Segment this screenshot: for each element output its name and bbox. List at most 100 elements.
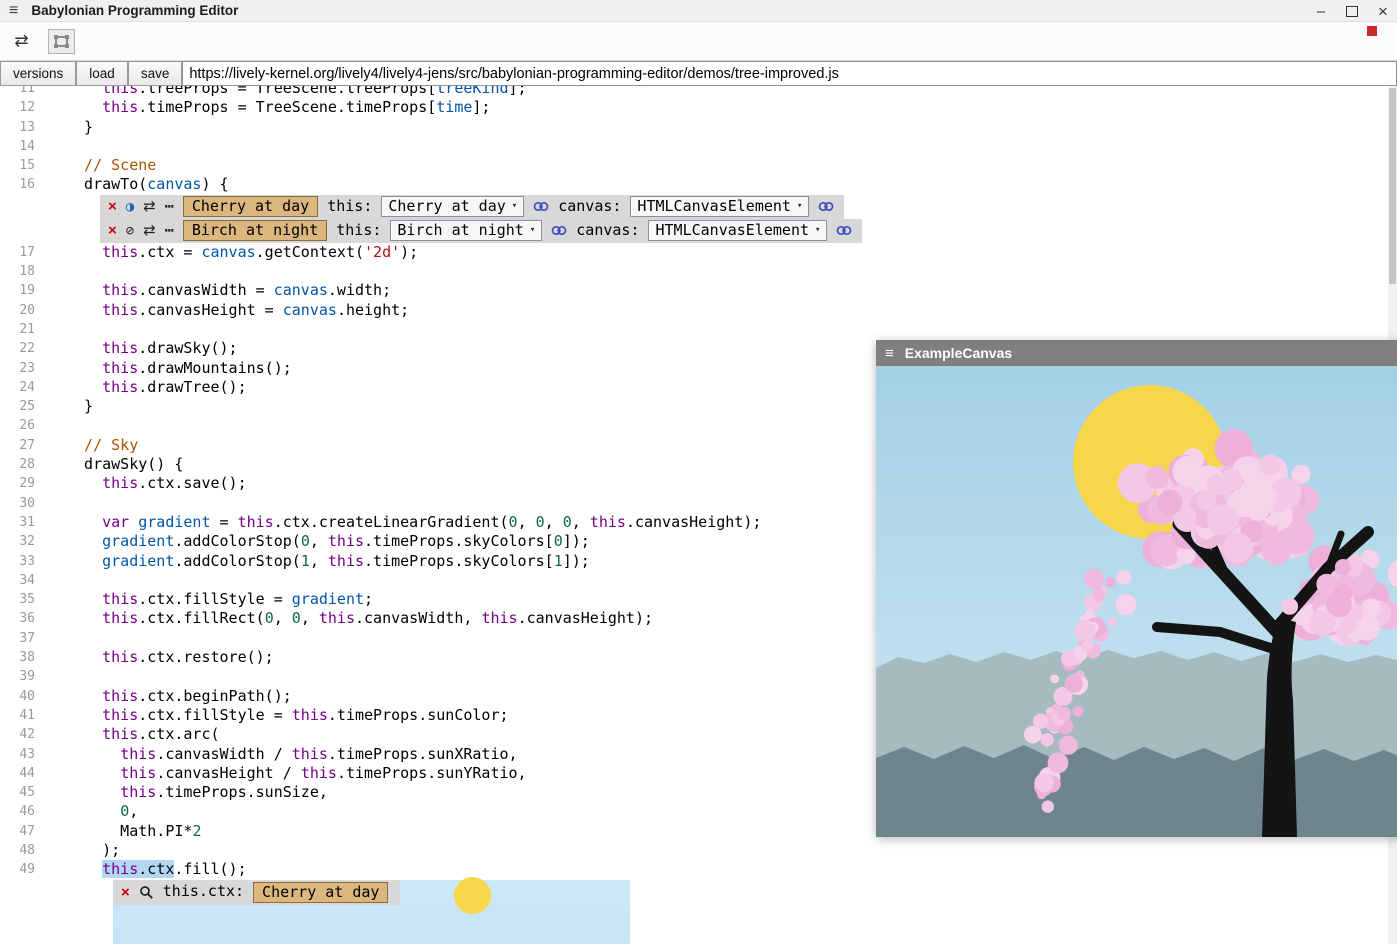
- code-line[interactable]: 19 this.canvasWidth = canvas.width;: [0, 281, 1397, 300]
- swap-arrows-button[interactable]: ⇄: [8, 29, 35, 54]
- code-line[interactable]: 15 // Scene: [0, 156, 1397, 175]
- load-button[interactable]: load: [76, 61, 128, 86]
- probe-close-icon[interactable]: ×: [108, 199, 117, 214]
- code-line[interactable]: 16 drawTo(canvas) {: [0, 175, 1397, 194]
- line-number: 28: [0, 455, 45, 474]
- code-text: this.drawSky();: [45, 339, 238, 358]
- code-text: this.ctx.save();: [45, 474, 247, 493]
- probe-expression-label: this.ctx:: [163, 882, 244, 901]
- line-number: 31: [0, 513, 45, 532]
- this-binding-label: this:: [336, 221, 381, 240]
- code-line[interactable]: 11 this.treeProps = TreeScene.treeProps[…: [0, 86, 1397, 98]
- window-title: Babylonian Programming Editor: [31, 3, 238, 18]
- line-number: 13: [0, 118, 45, 137]
- code-line[interactable]: 12 this.timeProps = TreeScene.timeProps[…: [0, 98, 1397, 117]
- line-number: 49: [0, 860, 45, 879]
- probe-close-icon[interactable]: ×: [121, 885, 130, 900]
- code-line[interactable]: 17 this.ctx = canvas.getContext('2d');: [0, 243, 1397, 262]
- this-binding-select[interactable]: Cherry at day▾: [381, 196, 524, 217]
- code-text: this.drawMountains();: [45, 359, 292, 378]
- binding-link-icon[interactable]: [551, 224, 567, 237]
- preview-sun: [454, 877, 491, 914]
- maximize-button[interactable]: [1346, 6, 1358, 17]
- line-number: 20: [0, 301, 45, 320]
- code-text: this.canvasWidth = canvas.width;: [45, 281, 391, 300]
- editor-toolbar: ⇄: [0, 22, 1397, 60]
- code-text: gradient.addColorStop(0, this.timeProps.…: [45, 532, 590, 551]
- code-line[interactable]: 20 this.canvasHeight = canvas.height;: [0, 301, 1397, 320]
- line-number: 40: [0, 687, 45, 706]
- line-number: 41: [0, 706, 45, 725]
- example-canvas-titlebar[interactable]: ≡ ExampleCanvas: [876, 340, 1397, 366]
- example-canvas-window[interactable]: ≡ ExampleCanvas: [876, 340, 1397, 837]
- hamburger-menu-icon[interactable]: ≡: [885, 346, 894, 361]
- example-name-button[interactable]: Birch at night: [183, 220, 327, 241]
- line-number: 25: [0, 397, 45, 416]
- example-canvas-title: ExampleCanvas: [905, 345, 1012, 361]
- line-number: 18: [0, 262, 45, 281]
- close-button[interactable]: ×: [1375, 3, 1391, 20]
- probe-switch-icon[interactable]: ⇄: [143, 199, 156, 214]
- code-text: this.ctx.beginPath();: [45, 687, 292, 706]
- canvas-binding-select[interactable]: HTMLCanvasElement▾: [648, 220, 827, 241]
- this-binding-select[interactable]: Birch at night▾: [390, 220, 542, 241]
- inline-probe-widget: × this.ctx: Cherry at day: [113, 880, 630, 944]
- code-text: // Sky: [45, 436, 138, 455]
- line-number: 39: [0, 667, 45, 686]
- code-text: }: [45, 118, 93, 137]
- line-number: 46: [0, 802, 45, 821]
- code-text: drawSky() {: [45, 455, 183, 474]
- url-input[interactable]: [182, 61, 1397, 86]
- line-number: 22: [0, 339, 45, 358]
- versions-button[interactable]: versions: [0, 61, 76, 86]
- canvas-binding-label: canvas:: [576, 221, 639, 240]
- code-line[interactable]: 48 );: [0, 841, 1397, 860]
- binding-link-icon[interactable]: [818, 200, 834, 213]
- code-line[interactable]: 13 }: [0, 118, 1397, 137]
- binding-link-icon[interactable]: [533, 200, 549, 213]
- line-number: 47: [0, 822, 45, 841]
- selection-tool-button[interactable]: [48, 29, 75, 54]
- code-line[interactable]: 49 this.ctx.fill();: [0, 860, 1397, 879]
- probe-toggle-icon[interactable]: ⊘: [126, 224, 134, 238]
- code-text: this.ctx.fillStyle = gradient;: [45, 590, 373, 609]
- chevron-down-icon: ▾: [530, 221, 535, 240]
- canvas-binding-label: canvas:: [558, 197, 621, 216]
- line-number: 27: [0, 436, 45, 455]
- inline-probe-controls: × this.ctx: Cherry at day: [113, 880, 400, 905]
- line-number: 26: [0, 416, 45, 435]
- code-line[interactable]: 21: [0, 320, 1397, 339]
- line-number: 29: [0, 474, 45, 493]
- line-number: 17: [0, 243, 45, 262]
- code-text: [45, 137, 66, 156]
- code-text: [45, 262, 66, 281]
- probe-close-icon[interactable]: ×: [108, 223, 117, 238]
- code-line[interactable]: 14: [0, 137, 1397, 156]
- code-text: Math.PI*2: [45, 822, 201, 841]
- example-name-button[interactable]: Cherry at day: [253, 882, 388, 903]
- scrollbar-thumb[interactable]: [1389, 88, 1396, 284]
- line-number: 32: [0, 532, 45, 551]
- window-titlebar: ≡ Babylonian Programming Editor – ×: [0, 0, 1397, 22]
- save-button[interactable]: save: [128, 61, 183, 86]
- recording-indicator: [1367, 26, 1377, 36]
- code-line[interactable]: 18: [0, 262, 1397, 281]
- example-canvas-scene: [876, 366, 1397, 837]
- code-text: [45, 571, 66, 590]
- probe-more-icon[interactable]: ⋯: [165, 199, 174, 214]
- hamburger-menu-icon[interactable]: ≡: [9, 3, 18, 19]
- probe-toggle-icon[interactable]: ◑: [126, 200, 134, 214]
- canvas-binding-select[interactable]: HTMLCanvasElement▾: [630, 196, 809, 217]
- code-text: this.ctx.fillRect(0, 0, this.canvasWidth…: [45, 609, 653, 628]
- magnifier-icon[interactable]: [139, 885, 154, 900]
- probe-switch-icon[interactable]: ⇄: [143, 223, 156, 238]
- line-number: 23: [0, 359, 45, 378]
- line-number: 43: [0, 745, 45, 764]
- code-text: drawTo(canvas) {: [45, 175, 229, 194]
- line-number: 45: [0, 783, 45, 802]
- minimize-button[interactable]: –: [1313, 4, 1329, 19]
- probe-more-icon[interactable]: ⋯: [165, 223, 174, 238]
- binding-link-icon[interactable]: [836, 224, 852, 237]
- code-text: }: [45, 397, 93, 416]
- example-name-button[interactable]: Cherry at day: [183, 196, 318, 217]
